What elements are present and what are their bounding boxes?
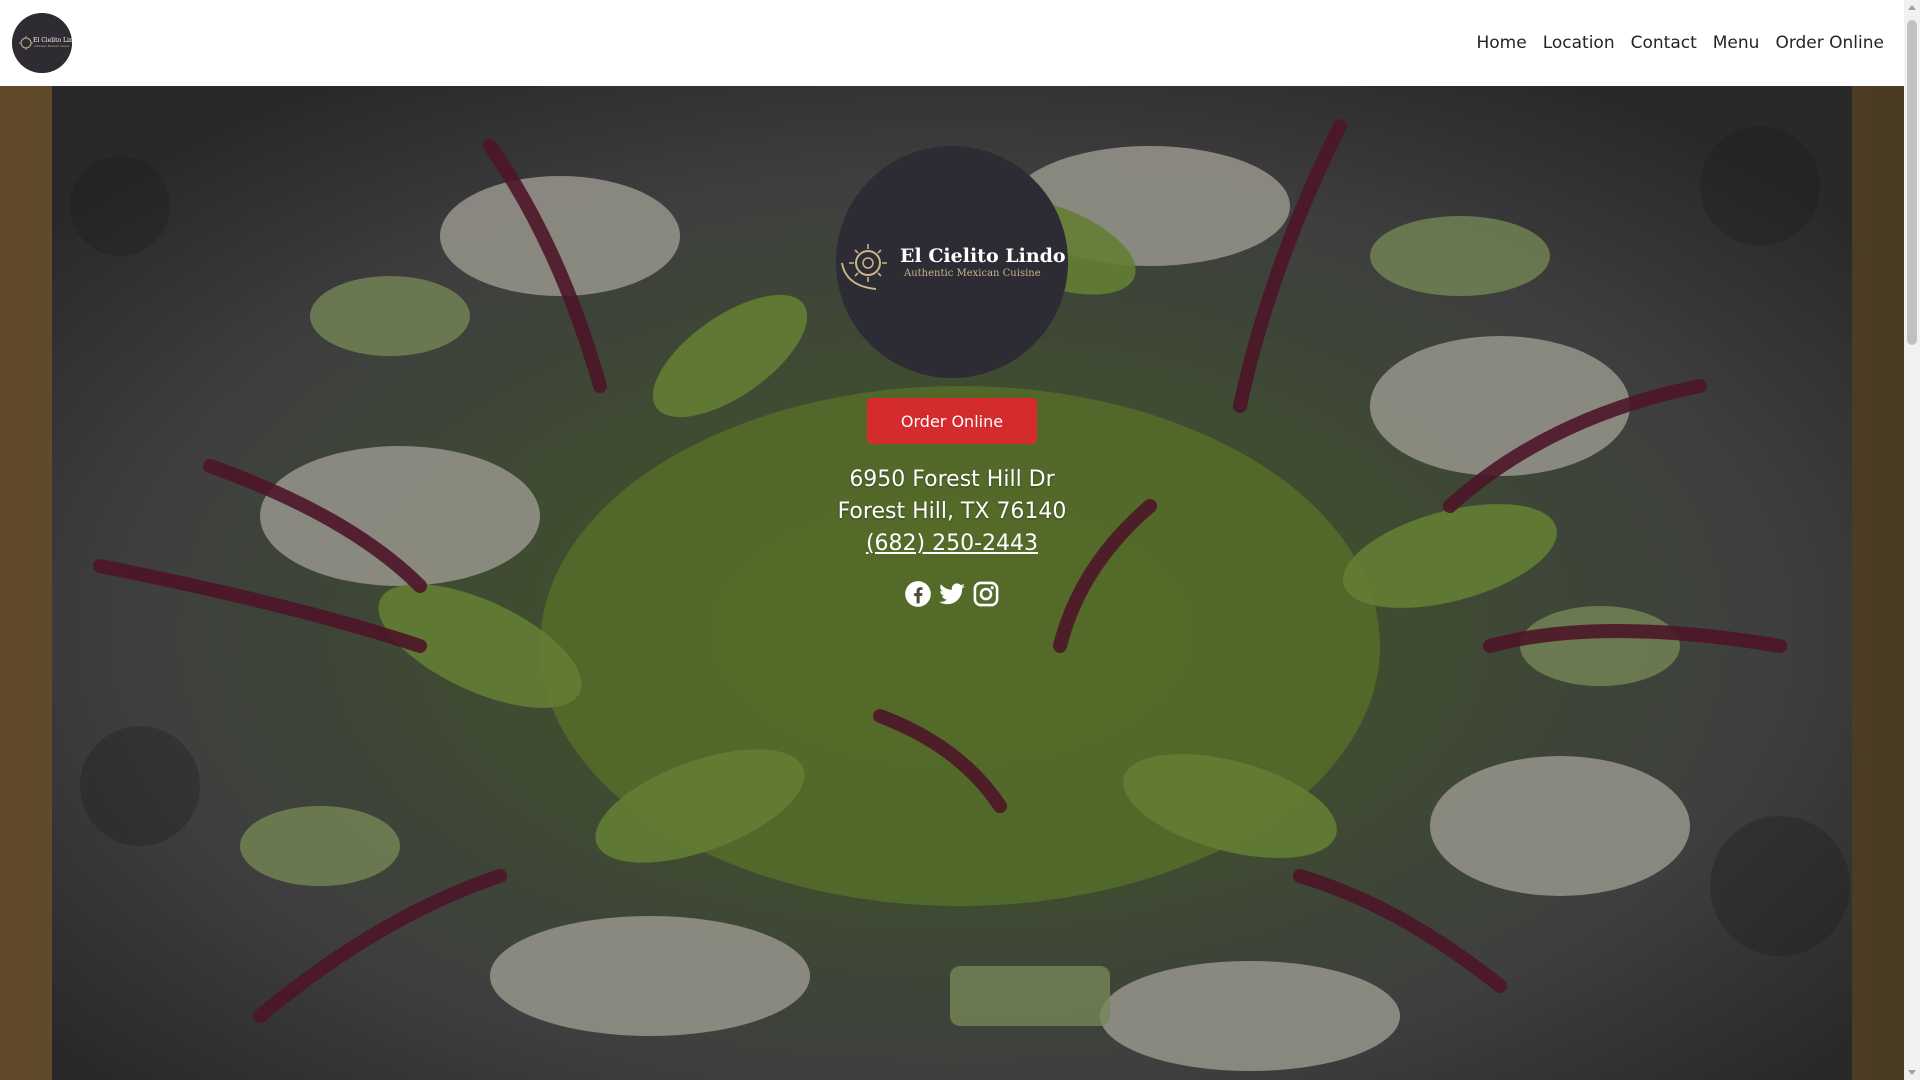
- address-line2: Forest Hill, TX 76140: [837, 499, 1067, 524]
- brand-logo-image: El Cielito Lindo Authentic Mexican Cuisi…: [12, 13, 72, 73]
- page-scrollbar[interactable]: [1904, 0, 1920, 1080]
- hero-section: El Cielito Lindo Authentic Mexican Cuisi…: [0, 86, 1904, 1080]
- svg-text:Authentic Mexican Cuisine: Authentic Mexican Cuisine: [33, 44, 70, 48]
- hero-logo: El Cielito Lindo Authentic Mexican Cuisi…: [836, 146, 1068, 378]
- phone-link[interactable]: (682) 250-2443: [866, 531, 1038, 556]
- twitter-icon[interactable]: [938, 580, 966, 608]
- svg-text:El Cielito Lindo: El Cielito Lindo: [900, 245, 1066, 267]
- nav-order-online[interactable]: Order Online: [1775, 29, 1884, 57]
- address-block: 6950 Forest Hill Dr Forest Hill, TX 7614…: [838, 464, 1067, 560]
- facebook-icon[interactable]: [904, 580, 932, 608]
- scroll-thumb[interactable]: [1907, 20, 1917, 345]
- instagram-icon[interactable]: [972, 580, 1000, 608]
- order-online-button[interactable]: Order Online: [867, 398, 1037, 444]
- nav-home[interactable]: Home: [1477, 29, 1527, 57]
- hero-logo-image: El Cielito Lindo Authentic Mexican Cuisi…: [836, 146, 1068, 378]
- svg-text:El Cielito Lindo: El Cielito Lindo: [33, 37, 72, 44]
- svg-text:Authentic Mexican Cuisine: Authentic Mexican Cuisine: [903, 268, 1041, 279]
- nav-location[interactable]: Location: [1543, 29, 1615, 57]
- page: El Cielito Lindo Authentic Mexican Cuisi…: [0, 0, 1920, 1080]
- main-nav: Home Location Contact Menu Order Online: [1477, 29, 1885, 57]
- social-links: [904, 580, 1000, 608]
- scroll-up-icon[interactable]: [1908, 5, 1916, 10]
- scroll-down-icon[interactable]: [1908, 1070, 1916, 1075]
- nav-contact[interactable]: Contact: [1631, 29, 1697, 57]
- address-line1: 6950 Forest Hill Dr: [849, 467, 1055, 492]
- navbar: El Cielito Lindo Authentic Mexican Cuisi…: [0, 0, 1904, 86]
- brand-logo[interactable]: El Cielito Lindo Authentic Mexican Cuisi…: [12, 13, 72, 73]
- hero-content: El Cielito Lindo Authentic Mexican Cuisi…: [0, 86, 1904, 608]
- nav-menu[interactable]: Menu: [1713, 29, 1760, 57]
